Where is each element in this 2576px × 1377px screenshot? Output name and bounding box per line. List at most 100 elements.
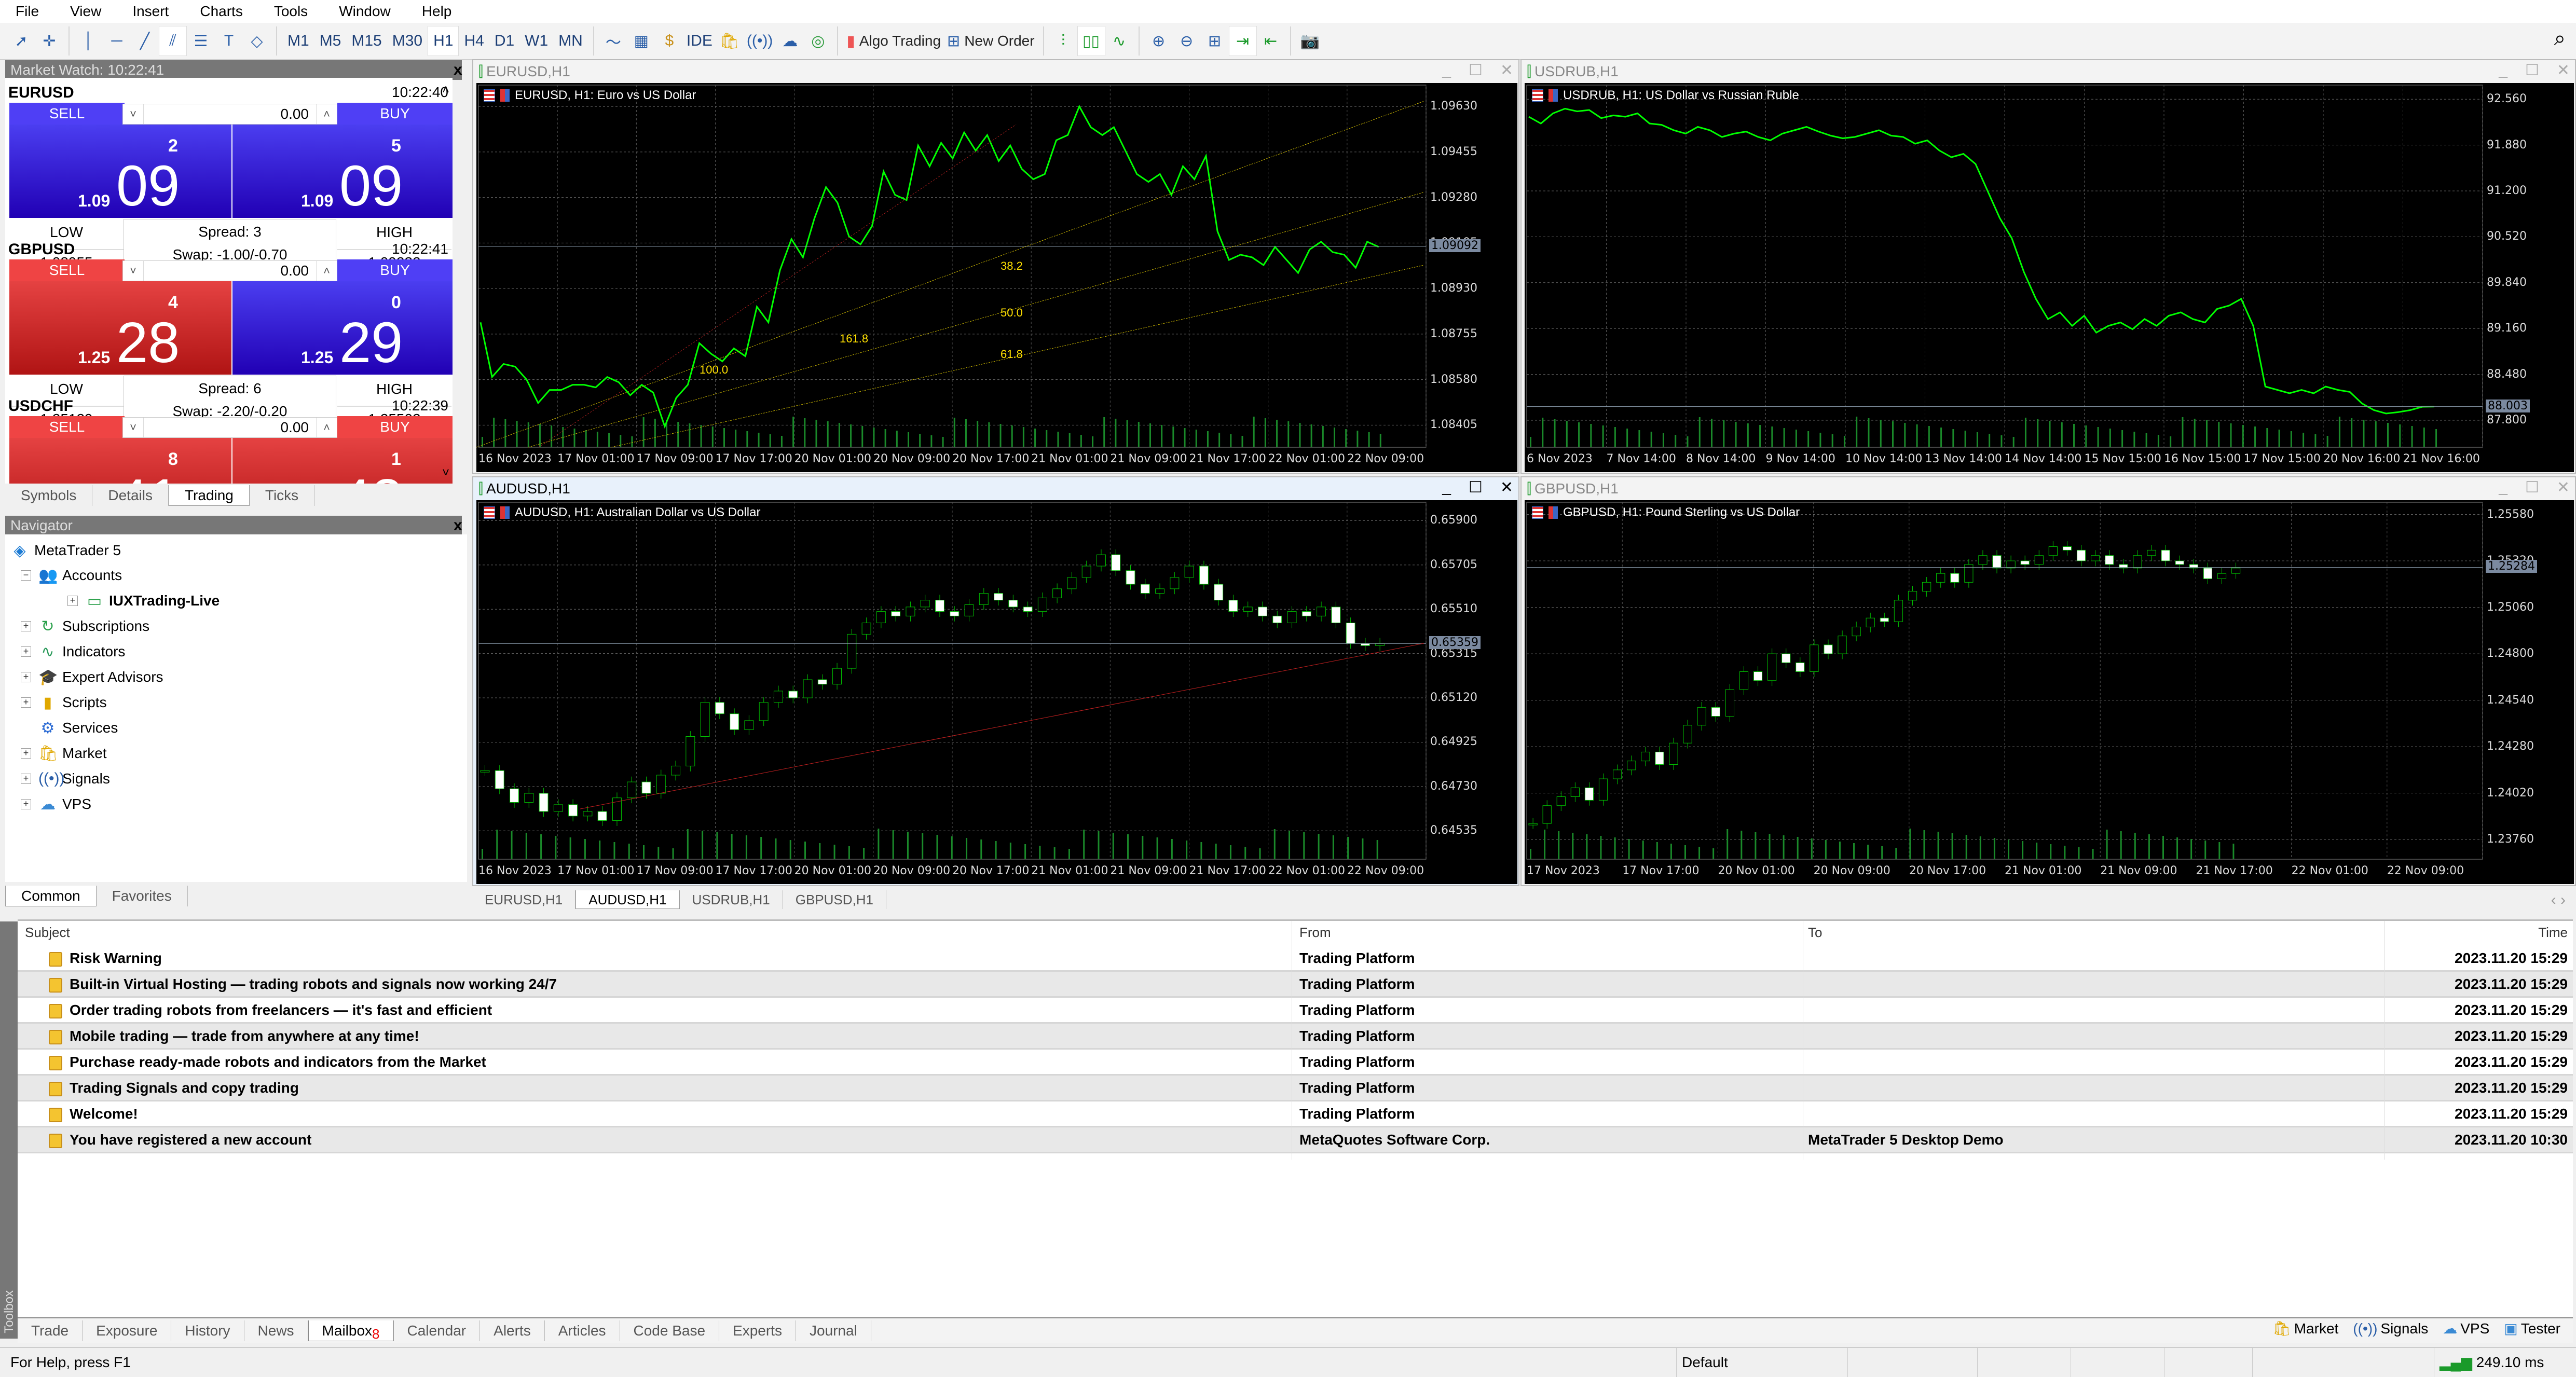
link-vps[interactable]: ☁ VPS (2443, 1320, 2489, 1337)
buy-button[interactable]: BUY (337, 103, 453, 125)
lot-size-value[interactable]: 0.00 (281, 261, 309, 281)
lot-size-stepper[interactable]: ˅ 0.00 ˄ (122, 260, 337, 281)
chart-window-audusd[interactable]: ⫿ AUDUSD,H1 _ ☐ ✕ 0.65900 0.65705 0.65510 0.6531… (472, 476, 1519, 886)
nav-item-iuxtrading-live[interactable]: + ▭ IUXTrading-Live (67, 589, 220, 613)
minimize-icon[interactable]: _ (1442, 61, 1451, 79)
mail-row[interactable]: Built-in Virtual Hosting — trading robot… (18, 972, 2573, 998)
mail-row[interactable]: Order trading robots from freelancers — … (18, 998, 2573, 1024)
nav-item-accounts[interactable]: − 👥 Accounts (21, 563, 122, 587)
timeframe-m1[interactable]: M1 (282, 32, 314, 50)
toolbox-tab-history[interactable]: History (171, 1320, 244, 1341)
mail-row[interactable]: Trading Signals and copy trading Trading … (18, 1076, 2573, 1101)
nav-item-market[interactable]: + 🛍 Market (21, 741, 107, 765)
trendline-icon[interactable]: ╱ (131, 26, 159, 56)
chart-tab-usdrub[interactable]: USDRUB,H1 (680, 890, 783, 909)
toolbox-tab-articles[interactable]: Articles (545, 1320, 620, 1341)
close-icon[interactable]: ✕ (2557, 61, 2570, 79)
algo-trading-button[interactable]: ▮ Algo Trading (843, 26, 944, 56)
navigator-close-icon[interactable]: x (454, 517, 462, 534)
timeframe-h1[interactable]: H1 (428, 26, 459, 56)
menu-insert[interactable]: Insert (117, 0, 184, 23)
menu-file[interactable]: File (0, 0, 54, 23)
cursor-icon[interactable]: ➚ (7, 26, 35, 56)
dollar-icon[interactable]: $ (655, 26, 683, 56)
equidistant-channel-icon[interactable]: ⫽ (159, 26, 187, 56)
ask-price-box[interactable]: 0.88421 (232, 438, 453, 484)
toolbox-tab-mailbox[interactable]: Mailbox8 (308, 1320, 394, 1342)
col-time[interactable]: Time (2538, 921, 2568, 944)
zoom-in-icon[interactable]: ⊕ (1145, 26, 1173, 56)
search-icon[interactable]: ⌕ (2554, 27, 2566, 50)
nav-item-expert-advisors[interactable]: + 🎓 Expert Advisors (21, 665, 163, 689)
connect-icon[interactable]: ◎ (804, 26, 832, 56)
tab-details[interactable]: Details (92, 485, 169, 506)
link-market[interactable]: 🛍 Market (2272, 1320, 2338, 1337)
buy-button[interactable]: BUY (337, 259, 453, 281)
maximize-icon[interactable]: ☐ (1469, 478, 1483, 497)
ask-price-box[interactable]: 1.25 29 0 (232, 281, 453, 375)
signals-icon[interactable]: ((•)) (744, 26, 776, 56)
menu-view[interactable]: View (54, 0, 117, 23)
timeframe-d1[interactable]: D1 (489, 32, 519, 50)
mail-row[interactable]: You have registered a new account MetaQuo… (18, 1127, 2573, 1153)
expand-toggle-icon[interactable]: + (21, 799, 31, 809)
ask-price-box[interactable]: 1.09 09 5 (232, 125, 453, 218)
col-subject[interactable]: Subject (25, 921, 70, 944)
market-bag-icon[interactable]: 🛍 (716, 26, 744, 56)
expand-toggle-icon[interactable]: + (21, 672, 31, 682)
chart-window-usdrub[interactable]: ⫿ USDRUB,H1 _ ☐ ✕ 92.560 91.880 91.200 90.520 89.… (1520, 59, 2576, 474)
nav-item-vps[interactable]: + ☁ VPS (21, 792, 91, 816)
status-connection[interactable]: ▂▄▆ 249.10 ms (2434, 1348, 2544, 1377)
timeframe-m15[interactable]: M15 (346, 32, 387, 50)
chart-svg[interactable] (476, 83, 1517, 472)
toolbox-tab-experts[interactable]: Experts (719, 1320, 796, 1341)
mail-row[interactable]: Purchase ready-made robots and indicator… (18, 1050, 2573, 1076)
crosshair-icon[interactable]: ✛ (35, 26, 63, 56)
line-chart-icon[interactable]: ∿ (1105, 26, 1133, 56)
fibo-fan-line[interactable] (528, 192, 1424, 448)
chart-tab-scroll-arrows[interactable]: ‹ › (2551, 891, 2566, 909)
shapes-icon[interactable]: ◇ (243, 26, 271, 56)
maximize-icon[interactable]: ☐ (1469, 61, 1483, 79)
menu-charts[interactable]: Charts (184, 0, 258, 23)
new-order-button[interactable]: ⊞ New Order (944, 26, 1038, 56)
menu-help[interactable]: Help (406, 0, 468, 23)
col-from[interactable]: From (1299, 921, 1331, 944)
timeframe-w1[interactable]: W1 (519, 32, 553, 50)
menu-tools[interactable]: Tools (258, 0, 323, 23)
lot-size-value[interactable]: 0.00 (281, 418, 309, 437)
lot-decrease-icon[interactable]: ˅ (123, 104, 144, 124)
sell-button[interactable]: SELL (9, 416, 125, 438)
horizontal-line-icon[interactable]: ─ (103, 26, 131, 56)
timeframe-m5[interactable]: M5 (314, 32, 347, 50)
lot-increase-icon[interactable]: ˄ (316, 418, 337, 437)
expand-toggle-icon[interactable]: + (67, 596, 78, 606)
lot-size-value[interactable]: 0.00 (281, 104, 309, 124)
mail-row[interactable]: Risk Warning Trading Platform 2023.11.20 1… (18, 946, 2573, 972)
toolbox-tab-exposure[interactable]: Exposure (83, 1320, 172, 1341)
chart-window-gbpusd[interactable]: ⫿GBPUSD,H1_☐✕1.255801.253201.250601.2480… (1520, 476, 2576, 886)
chart-window-eurusd[interactable]: ⫿EURUSD,H1_☐✕1.096301.094551.092801.0910… (472, 59, 1519, 474)
nav-item-signals[interactable]: + ((•)) Signals (21, 767, 110, 791)
mail-row[interactable]: Mobile trading — trade from anywhere at … (18, 1024, 2573, 1050)
indicators-list-icon[interactable]: 〜 (599, 26, 627, 56)
chart-tab-audusd[interactable]: AUDUSD,H1 (576, 890, 680, 909)
bid-price-box[interactable]: 1.09 09 2 (9, 125, 231, 218)
expand-toggle-icon[interactable]: − (21, 570, 31, 581)
toolbox-tab-news[interactable]: News (244, 1320, 308, 1341)
bar-chart-icon[interactable]: ⫶ (1049, 26, 1077, 56)
expand-toggle-icon[interactable]: + (21, 621, 31, 631)
lot-increase-icon[interactable]: ˄ (316, 261, 337, 281)
link-signals[interactable]: ((•)) Signals (2353, 1320, 2428, 1337)
timeframe-m30[interactable]: M30 (387, 32, 428, 50)
nav-item-services[interactable]: ⚙ Services (21, 716, 118, 740)
bid-price-box[interactable]: 0.88418 (9, 438, 231, 484)
scroll-up-icon[interactable]: ˄ (442, 83, 449, 98)
tab-ticks[interactable]: Ticks (250, 485, 315, 506)
nav-item-scripts[interactable]: + ▮ Scripts (21, 691, 107, 714)
tab-favorites[interactable]: Favorites (97, 886, 188, 906)
close-icon[interactable]: ✕ (1500, 478, 1513, 497)
toolbox-tab-calendar[interactable]: Calendar (394, 1320, 481, 1341)
toolbox-side-bar[interactable]: Toolbox (0, 921, 18, 1339)
minimize-icon[interactable]: _ (1442, 478, 1451, 497)
